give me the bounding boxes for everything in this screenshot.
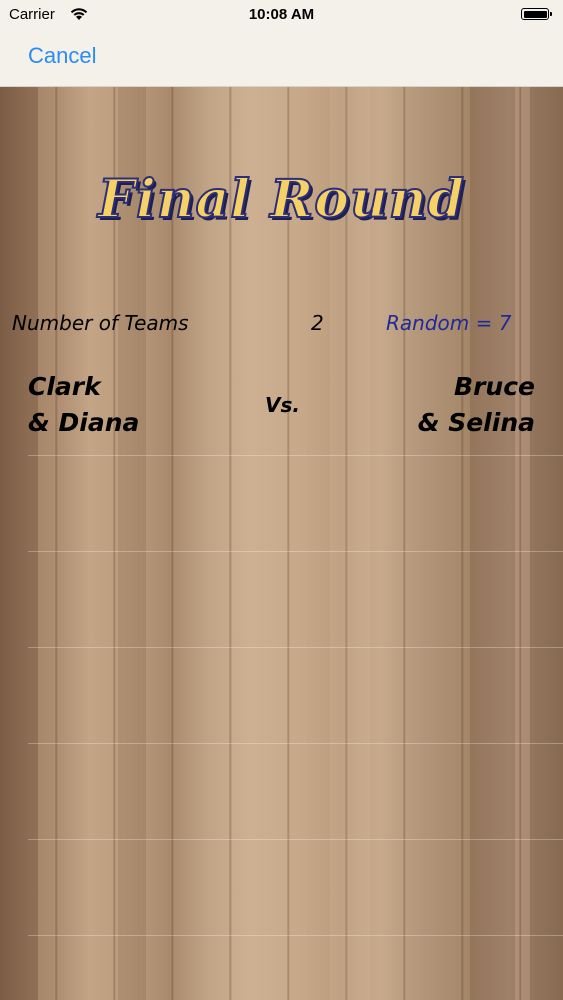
- navigation-bar: Cancel: [0, 30, 563, 87]
- number-of-teams-label: Number of Teams: [12, 311, 189, 335]
- right-team[interactable]: Bruce & Selina: [418, 369, 535, 441]
- number-of-teams-value: 2: [311, 311, 324, 335]
- battery-icon: [521, 8, 552, 20]
- random-value: Random = 7: [386, 311, 512, 335]
- row-divider: [28, 839, 563, 840]
- right-team-line-1: Bruce: [454, 372, 535, 401]
- row-divider: [28, 455, 563, 456]
- wood-background: Final Round Number of Teams 2 Random = 7…: [0, 87, 563, 1000]
- left-team-line-1: Clark: [28, 372, 101, 401]
- cancel-button[interactable]: Cancel: [28, 43, 96, 69]
- right-team-line-2: & Selina: [417, 408, 535, 437]
- row-divider: [28, 551, 563, 552]
- left-team-line-2: & Diana: [28, 408, 140, 437]
- row-divider: [28, 935, 563, 936]
- left-team[interactable]: Clark & Diana: [28, 369, 139, 441]
- page-title: Final Round: [97, 168, 465, 231]
- clock: 10:08 AM: [248, 6, 315, 23]
- row-divider: [28, 743, 563, 744]
- status-bar: Carrier 10:08 AM: [0, 0, 563, 30]
- versus-label: Vs.: [265, 393, 300, 417]
- row-divider: [28, 647, 563, 648]
